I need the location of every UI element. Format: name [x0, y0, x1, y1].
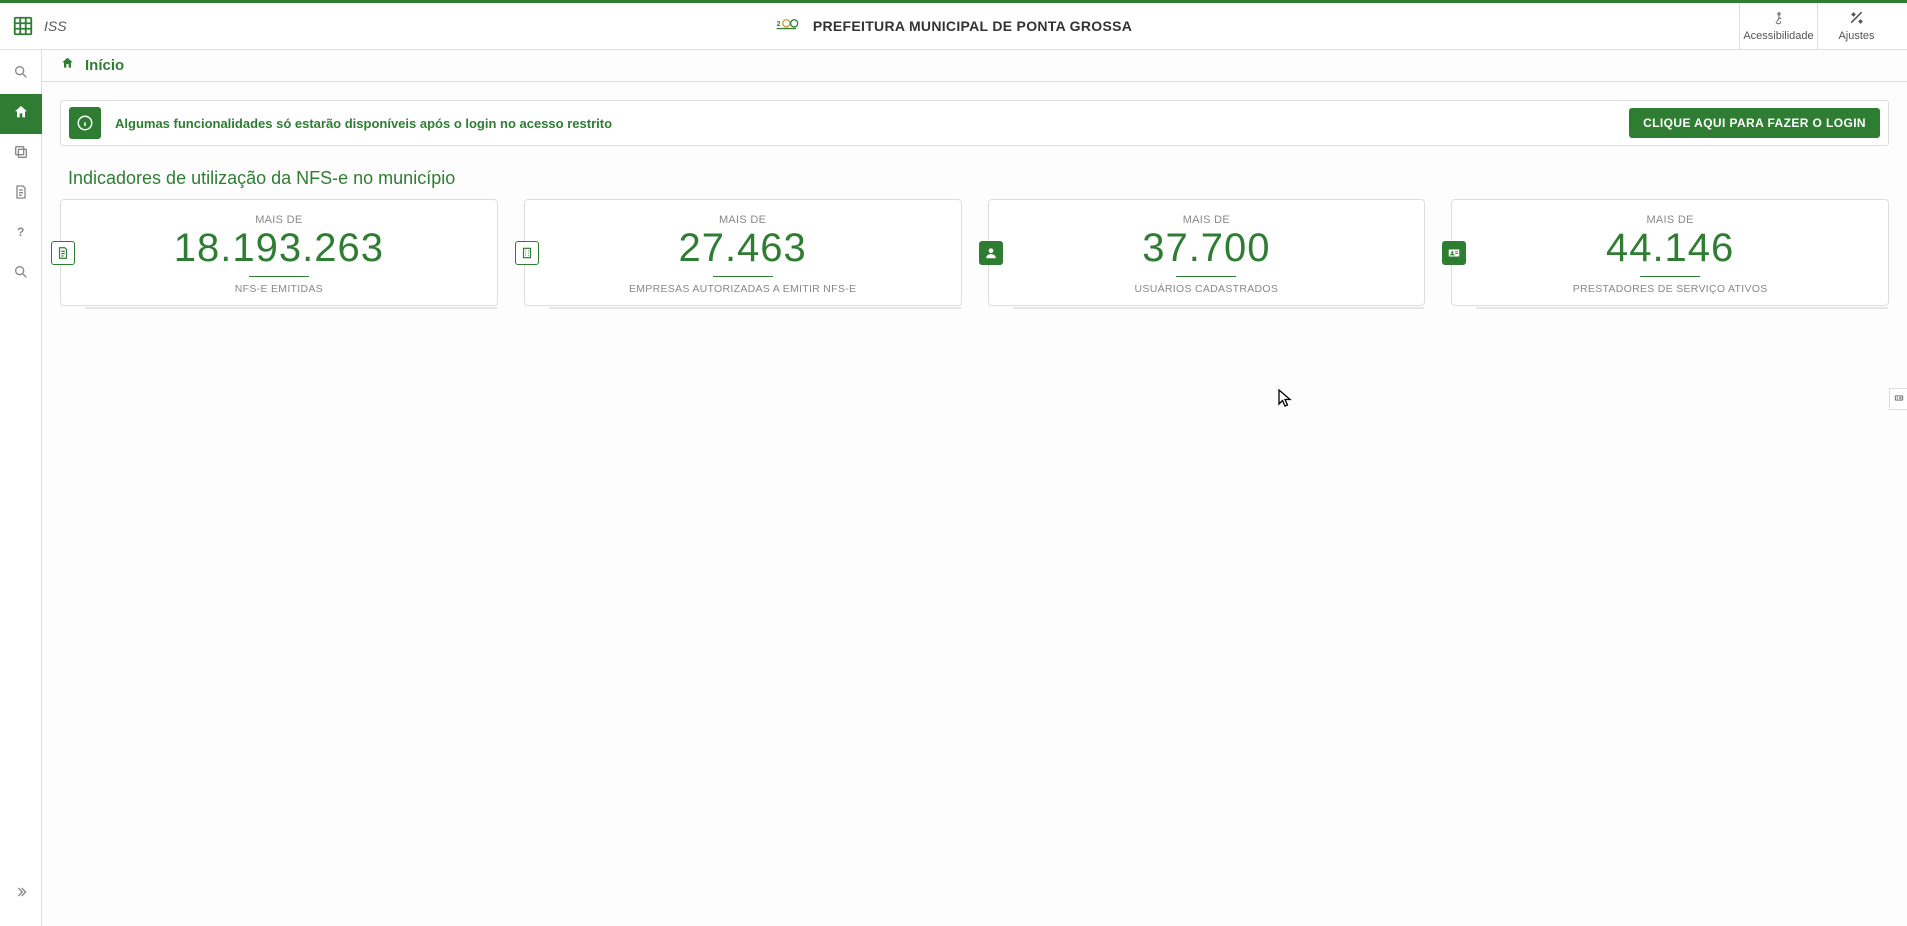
stat-value: 44.146	[1606, 228, 1734, 268]
stat-divider	[1176, 276, 1236, 277]
stat-card-usuarios: MAIS DE 37.700 USUÁRIOS CADASTRADOS	[988, 199, 1426, 306]
header-right: Acessibilidade Ajustes	[1739, 3, 1895, 50]
sidebar-item-search[interactable]	[0, 54, 42, 94]
stat-label-bottom: PRESTADORES DE SERVIÇO ATIVOS	[1573, 283, 1768, 295]
stat-divider	[249, 276, 309, 277]
accessibility-button[interactable]: Acessibilidade	[1739, 3, 1817, 50]
stat-card-nfse: MAIS DE 18.193.263 NFS-E EMITIDAS	[60, 199, 498, 306]
info-icon	[69, 107, 101, 139]
stat-label-bottom: NFS-E EMITIDAS	[235, 283, 323, 295]
adjust-button[interactable]: Ajustes	[1817, 3, 1895, 50]
id-card-icon	[1893, 390, 1905, 408]
document-text-icon	[51, 241, 75, 265]
sidebar-item-help[interactable]: ?	[0, 214, 42, 254]
home-icon	[13, 104, 29, 125]
sidebar-expand-button[interactable]	[0, 874, 42, 914]
alert-bar: Algumas funcionalidades só estarão dispo…	[60, 100, 1889, 146]
stat-label-bottom: USUÁRIOS CADASTRADOS	[1135, 283, 1279, 295]
stat-label-top: MAIS DE	[719, 214, 766, 226]
page-title: Início	[85, 57, 124, 74]
page-inner: Algumas funcionalidades só estarão dispo…	[42, 82, 1907, 324]
app-title: ISS	[44, 18, 67, 34]
stats-grid: MAIS DE 18.193.263 NFS-E EMITIDAS MAIS D…	[60, 199, 1889, 306]
app-header: ISS 2 PREFEITURA MUNICIPAL DE PONTA GROS…	[0, 3, 1907, 50]
stat-card-prestadores: MAIS DE 44.146 PRESTADORES DE SERVIÇO AT…	[1451, 199, 1889, 306]
stat-divider	[713, 276, 773, 277]
copy-icon	[13, 144, 29, 165]
stat-value: 37.700	[1142, 228, 1270, 268]
svg-text:2: 2	[776, 19, 780, 27]
section-title: Indicadores de utilização da NFS-e no mu…	[68, 168, 1889, 189]
sidebar: ?	[0, 50, 42, 926]
document-icon	[13, 184, 29, 205]
header-left: ISS	[12, 15, 67, 37]
stat-card-empresas: MAIS DE 27.463 EMPRESAS AUTORIZADAS A EM…	[524, 199, 962, 306]
chevron-right-icon	[13, 884, 29, 905]
home-icon	[60, 56, 75, 75]
building-icon	[515, 241, 539, 265]
stat-label-top: MAIS DE	[255, 214, 302, 226]
adjust-label: Ajustes	[1838, 30, 1874, 42]
app-body: ? Início	[0, 50, 1907, 926]
accessibility-label: Acessibilidade	[1743, 30, 1813, 42]
svg-text:?: ?	[17, 225, 24, 239]
content: Início Algumas funcionalidades só estarã…	[42, 50, 1907, 926]
org-name: PREFEITURA MUNICIPAL DE PONTA GROSSA	[813, 18, 1132, 34]
login-button[interactable]: CLIQUE AQUI PARA FAZER O LOGIN	[1629, 108, 1880, 138]
sidebar-bottom	[0, 874, 41, 914]
search-icon	[13, 264, 29, 285]
stat-label-bottom: EMPRESAS AUTORIZADAS A EMITIR NFS-E	[629, 283, 856, 295]
alert-text: Algumas funcionalidades só estarão dispo…	[115, 116, 1615, 131]
float-id-widget[interactable]	[1889, 388, 1907, 410]
id-card-icon	[1442, 241, 1466, 265]
stat-label-top: MAIS DE	[1183, 214, 1230, 226]
sidebar-item-find[interactable]	[0, 254, 42, 294]
breadcrumb: Início	[42, 50, 1907, 82]
stat-label-top: MAIS DE	[1646, 214, 1693, 226]
header-center: 2 PREFEITURA MUNICIPAL DE PONTA GROSSA	[775, 16, 1132, 37]
stat-divider	[1640, 276, 1700, 277]
accessibility-icon	[1770, 11, 1788, 28]
sidebar-item-copy[interactable]	[0, 134, 42, 174]
stat-value: 27.463	[678, 228, 806, 268]
stat-value: 18.193.263	[174, 228, 384, 268]
user-icon	[979, 241, 1003, 265]
logo-200-icon: 2	[775, 16, 801, 37]
tools-icon	[1848, 11, 1866, 28]
sidebar-item-document[interactable]	[0, 174, 42, 214]
search-icon	[13, 64, 29, 85]
question-icon: ?	[13, 224, 29, 245]
sidebar-item-home[interactable]	[0, 94, 42, 134]
app-logo-icon	[12, 15, 34, 37]
